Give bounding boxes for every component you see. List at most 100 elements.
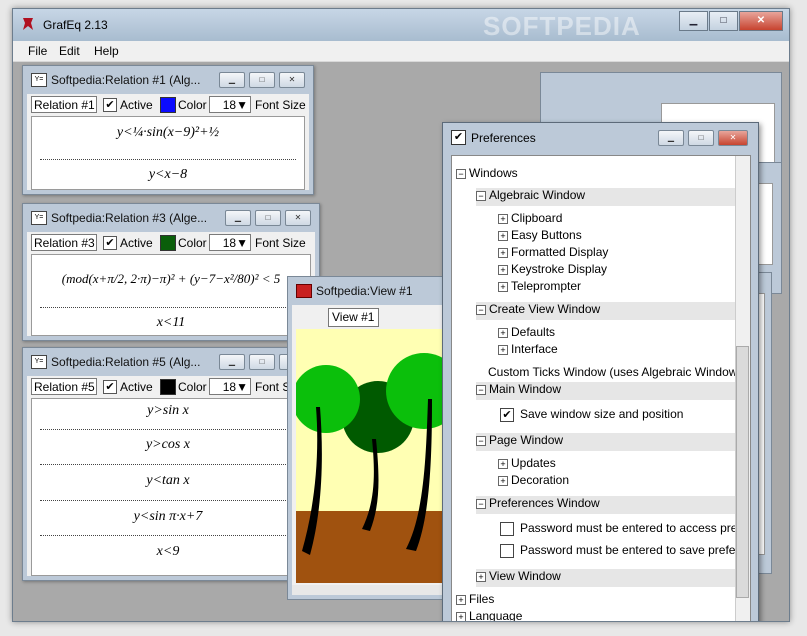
font-size-select[interactable]: 18▼ <box>209 234 251 251</box>
tree-node-main-window[interactable]: − Main Window <box>476 382 750 400</box>
password-access-checkbox-row[interactable]: Password must be entered to access prefe <box>500 521 747 539</box>
plus-box-icon[interactable]: + <box>498 344 508 355</box>
view-window[interactable]: Softpedia:View #1 View #1 <box>287 276 451 600</box>
relation-3-title-bar[interactable]: Y= Softpedia:Relation #3 (Alge... ▁ □ ✕ <box>23 204 319 230</box>
plus-box-icon[interactable]: + <box>498 458 508 469</box>
graph-canvas[interactable] <box>296 329 446 583</box>
plus-box-icon[interactable]: + <box>498 475 508 486</box>
maximize-button[interactable]: □ <box>709 11 738 31</box>
relation-3-maximize-button[interactable]: □ <box>255 210 281 226</box>
relation-3-minimize-button[interactable]: ▁ <box>225 210 251 226</box>
app-title-bar[interactable]: GrafEq 2.13 SOFTPEDIA ▁ □ ✕ <box>13 9 789 41</box>
tree-node-view-window[interactable]: + View Window <box>476 569 750 587</box>
plus-box-icon[interactable]: + <box>498 264 508 275</box>
relation-window-3[interactable]: Y= Softpedia:Relation #3 (Alge... ▁ □ ✕ … <box>22 203 320 341</box>
relation-1-maximize-button[interactable]: □ <box>249 72 275 88</box>
relation-name-field[interactable]: Relation #5 <box>31 378 97 395</box>
view-name-field[interactable]: View #1 <box>328 308 379 327</box>
relation-1-minimize-button[interactable]: ▁ <box>219 72 245 88</box>
tree-node-updates[interactable]: + Updates <box>498 456 556 474</box>
relation-3-close-button[interactable]: ✕ <box>285 210 311 226</box>
minimize-button[interactable]: ▁ <box>679 11 708 31</box>
tree-node-page-window[interactable]: − Page Window <box>476 433 750 451</box>
tree-node-easy-buttons[interactable]: + Easy Buttons <box>498 228 582 246</box>
font-size-select[interactable]: 18▼ <box>209 378 251 395</box>
divider <box>40 500 296 501</box>
relation-window-5[interactable]: Y= Softpedia:Relation #5 (Alg... ▁ □ ✕ R… <box>22 347 314 581</box>
tree-node-files[interactable]: + Files <box>456 592 494 610</box>
save-window-size-checkbox-row[interactable]: ✔ Save window size and position <box>500 407 683 425</box>
view-title-bar[interactable]: Softpedia:View #1 <box>288 277 450 303</box>
close-button[interactable]: ✕ <box>739 11 783 31</box>
menu-file[interactable]: File <box>28 44 47 58</box>
relation-name-field[interactable]: Relation #3 <box>31 234 97 251</box>
tree-node-preferences-window[interactable]: − Preferences Window <box>476 496 750 514</box>
font-size-select[interactable]: 18▼ <box>209 96 251 113</box>
minus-box-icon[interactable]: − <box>456 168 466 179</box>
password-save-checkbox[interactable] <box>500 543 514 558</box>
relation-5-maximize-button[interactable]: □ <box>249 354 275 370</box>
tree-node-interface[interactable]: + Interface <box>498 342 558 360</box>
formula-line[interactable]: y>cos x <box>32 437 304 453</box>
password-save-checkbox-row[interactable]: Password must be entered to save prefer <box>500 543 739 561</box>
formula-line[interactable]: x<11 <box>32 315 310 331</box>
tree-node-create-view-window[interactable]: − Create View Window <box>476 302 750 320</box>
relation-5-title-bar[interactable]: Y= Softpedia:Relation #5 (Alg... ▁ □ ✕ <box>23 348 313 374</box>
color-swatch[interactable] <box>160 235 176 251</box>
menu-edit[interactable]: Edit <box>59 44 80 58</box>
formula-line[interactable]: y<¼·sin(x−9)²+½ <box>32 125 304 141</box>
active-checkbox[interactable]: ✔ <box>103 236 117 250</box>
minus-box-icon[interactable]: − <box>476 190 486 201</box>
preferences-close-button[interactable]: ✕ <box>718 130 748 146</box>
plus-box-icon[interactable]: + <box>456 594 466 605</box>
minus-box-icon[interactable]: − <box>476 304 486 315</box>
plus-box-icon[interactable]: + <box>498 327 508 338</box>
plus-box-icon[interactable]: + <box>498 213 508 224</box>
plus-box-icon[interactable]: + <box>498 230 508 241</box>
preferences-title-bar[interactable]: ✔ Preferences ▁ □ ✕ <box>443 123 758 151</box>
color-swatch[interactable] <box>160 97 176 113</box>
plus-box-icon[interactable]: + <box>498 247 508 258</box>
plus-box-icon[interactable]: + <box>498 281 508 292</box>
relation-5-title: Softpedia:Relation #5 (Alg... <box>51 355 201 369</box>
formula-line[interactable]: y>sin x <box>32 403 304 419</box>
scrollbar-thumb[interactable] <box>736 346 749 598</box>
formula-line[interactable]: x<9 <box>32 544 304 560</box>
minus-box-icon[interactable]: − <box>476 498 486 509</box>
tree-label: Files <box>469 592 495 606</box>
tree-node-keystroke-display[interactable]: + Keystroke Display <box>498 262 607 280</box>
relation-1-close-button[interactable]: ✕ <box>279 72 305 88</box>
tree-node-formatted-display[interactable]: + Formatted Display <box>498 245 608 263</box>
menu-help[interactable]: Help <box>94 44 119 58</box>
tree-node-algebraic-window[interactable]: − Algebraic Window <box>476 188 750 206</box>
tree-node-defaults[interactable]: + Defaults <box>498 325 555 343</box>
formula-line[interactable]: y<x−8 <box>32 167 304 183</box>
relation-5-minimize-button[interactable]: ▁ <box>219 354 245 370</box>
tree-node-clipboard[interactable]: + Clipboard <box>498 211 562 229</box>
preferences-scrollbar[interactable] <box>735 156 750 621</box>
active-checkbox[interactable]: ✔ <box>103 98 117 112</box>
tree-label: Algebraic Window <box>489 188 586 202</box>
plus-box-icon[interactable]: + <box>476 571 486 582</box>
tree-node-teleprompter[interactable]: + Teleprompter <box>498 279 581 297</box>
password-access-checkbox[interactable] <box>500 521 514 536</box>
preferences-window[interactable]: ✔ Preferences ▁ □ ✕ − Windows − Algebraic … <box>442 122 759 621</box>
tree-node-windows[interactable]: − Windows <box>456 166 518 184</box>
tree-node-decoration[interactable]: + Decoration <box>498 473 569 491</box>
view-hscroll[interactable] <box>292 585 442 595</box>
save-window-size-checkbox[interactable]: ✔ <box>500 407 514 422</box>
formula-line[interactable]: (mod(x+π/2, 2·π)−π)² + (y−7−x²/80)² < 5 <box>32 271 310 287</box>
tree-node-language[interactable]: + Language <box>456 609 522 621</box>
active-checkbox[interactable]: ✔ <box>103 380 117 394</box>
formula-line[interactable]: y<sin π·x+7 <box>32 509 304 525</box>
relation-window-1[interactable]: Y= Softpedia:Relation #1 (Alg... ▁ □ ✕ R… <box>22 65 314 195</box>
color-swatch[interactable] <box>160 379 176 395</box>
minus-box-icon[interactable]: − <box>476 384 486 395</box>
relation-1-title-bar[interactable]: Y= Softpedia:Relation #1 (Alg... ▁ □ ✕ <box>23 66 313 92</box>
preferences-minimize-button[interactable]: ▁ <box>658 130 684 146</box>
preferences-maximize-button[interactable]: □ <box>688 130 714 146</box>
relation-name-field[interactable]: Relation #1 <box>31 96 97 113</box>
minus-box-icon[interactable]: − <box>476 435 486 446</box>
formula-line[interactable]: y<tan x <box>32 473 304 489</box>
plus-box-icon[interactable]: + <box>456 611 466 621</box>
